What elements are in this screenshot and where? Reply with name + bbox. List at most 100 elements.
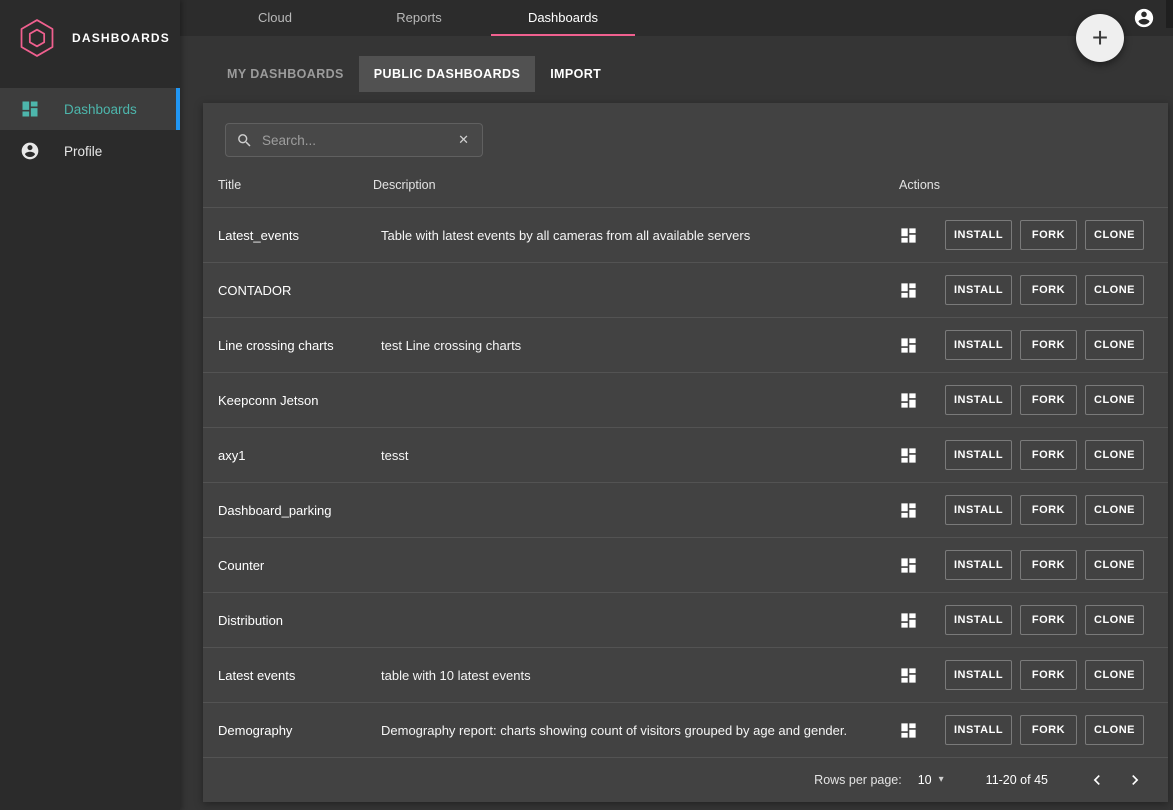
top-navigation: Cloud Reports Dashboards	[180, 0, 1173, 36]
tab-reports[interactable]: Reports	[347, 0, 491, 36]
fork-button[interactable]: FORK	[1020, 660, 1077, 690]
brand: DASHBOARDS	[0, 0, 180, 76]
scrollbar[interactable]	[1166, 0, 1173, 28]
account-icon[interactable]	[1133, 7, 1155, 29]
row-title: Demography	[218, 723, 373, 738]
row-title: CONTADOR	[218, 283, 373, 298]
clone-button[interactable]: CLONE	[1085, 440, 1144, 470]
clone-button[interactable]: CLONE	[1085, 385, 1144, 415]
row-description: Table with latest events by all cameras …	[381, 228, 891, 243]
clone-button[interactable]: CLONE	[1085, 495, 1144, 525]
install-button[interactable]: INSTALL	[945, 440, 1012, 470]
install-button[interactable]: INSTALL	[945, 660, 1012, 690]
dashboard-icon	[899, 281, 918, 300]
clone-button[interactable]: CLONE	[1085, 275, 1144, 305]
sidebar: DASHBOARDS Dashboards Profile	[0, 0, 180, 810]
fork-button[interactable]: FORK	[1020, 330, 1077, 360]
rows-per-page-value: 10	[918, 773, 932, 787]
install-button[interactable]: INSTALL	[945, 495, 1012, 525]
clone-button[interactable]: CLONE	[1085, 550, 1144, 580]
install-button[interactable]: INSTALL	[945, 550, 1012, 580]
row-title: Distribution	[218, 613, 373, 628]
sidebar-item-dashboards[interactable]: Dashboards	[0, 88, 180, 130]
table-row: Latest events table with 10 latest event…	[203, 647, 1168, 702]
row-icon-cell	[899, 666, 937, 685]
table-row: Distribution INSTALL FORK CLONE	[203, 592, 1168, 647]
table-row: Line crossing charts test Line crossing …	[203, 317, 1168, 372]
plus-icon: +	[1092, 22, 1108, 54]
row-icon-cell	[899, 391, 937, 410]
next-page-button[interactable]	[1116, 761, 1154, 799]
pagination-bar: Rows per page: 10 ▾ 11-20 of 45	[203, 757, 1168, 801]
install-button[interactable]: INSTALL	[945, 715, 1012, 745]
column-header-title: Title	[218, 178, 373, 192]
dashboard-icon	[899, 226, 918, 245]
fork-button[interactable]: FORK	[1020, 440, 1077, 470]
clear-search-button[interactable]: ✕	[455, 130, 472, 150]
rows-per-page-label: Rows per page:	[814, 773, 902, 787]
dashboard-icon	[20, 99, 40, 119]
sidebar-item-label: Dashboards	[64, 102, 137, 117]
dashboard-icon	[899, 666, 918, 685]
fork-button[interactable]: FORK	[1020, 495, 1077, 525]
previous-page-button[interactable]	[1078, 761, 1116, 799]
search-input[interactable]	[262, 133, 446, 148]
chevron-left-icon	[1087, 770, 1107, 790]
row-icon-cell	[899, 501, 937, 520]
fork-button[interactable]: FORK	[1020, 550, 1077, 580]
install-button[interactable]: INSTALL	[945, 605, 1012, 635]
row-title: Latest events	[218, 668, 373, 683]
row-description: Demography report: charts showing count …	[381, 723, 891, 738]
search-box: ✕	[225, 123, 483, 157]
tab-public-dashboards[interactable]: PUBLIC DASHBOARDS	[359, 56, 535, 92]
fork-button[interactable]: FORK	[1020, 605, 1077, 635]
clone-button[interactable]: CLONE	[1085, 220, 1144, 250]
dropdown-arrow-icon: ▾	[939, 774, 944, 785]
fork-button[interactable]: FORK	[1020, 275, 1077, 305]
column-header-description: Description	[373, 178, 899, 192]
fork-button[interactable]: FORK	[1020, 385, 1077, 415]
row-title: Line crossing charts	[218, 338, 373, 353]
add-dashboard-button[interactable]: +	[1076, 14, 1124, 62]
sidebar-item-profile[interactable]: Profile	[0, 130, 180, 172]
close-icon: ✕	[458, 132, 469, 147]
fork-button[interactable]: FORK	[1020, 220, 1077, 250]
brand-name: DASHBOARDS	[72, 31, 170, 45]
table-row: Keepconn Jetson INSTALL FORK CLONE	[203, 372, 1168, 427]
row-icon-cell	[899, 336, 937, 355]
dashboard-subtabs: MY DASHBOARDS PUBLIC DASHBOARDS IMPORT	[212, 56, 1173, 92]
column-header-actions: Actions	[899, 178, 1144, 192]
brand-logo-icon	[16, 17, 58, 59]
table-body: Latest_events Table with latest events b…	[203, 207, 1168, 757]
tab-dashboards[interactable]: Dashboards	[491, 0, 635, 36]
table-row: Latest_events Table with latest events b…	[203, 207, 1168, 262]
table-header: Title Description Actions	[203, 163, 1168, 207]
search-icon	[236, 132, 253, 149]
dashboard-icon	[899, 611, 918, 630]
fork-button[interactable]: FORK	[1020, 715, 1077, 745]
row-icon-cell	[899, 281, 937, 300]
tab-my-dashboards[interactable]: MY DASHBOARDS	[212, 56, 359, 92]
table-row: CONTADOR INSTALL FORK CLONE	[203, 262, 1168, 317]
install-button[interactable]: INSTALL	[945, 275, 1012, 305]
tab-cloud[interactable]: Cloud	[203, 0, 347, 36]
install-button[interactable]: INSTALL	[945, 385, 1012, 415]
install-button[interactable]: INSTALL	[945, 220, 1012, 250]
rows-per-page-select[interactable]: 10 ▾	[918, 773, 944, 787]
sidebar-nav: Dashboards Profile	[0, 88, 180, 172]
install-button[interactable]: INSTALL	[945, 330, 1012, 360]
row-description: test Line crossing charts	[381, 338, 891, 353]
tab-import[interactable]: IMPORT	[535, 56, 616, 92]
dashboard-icon	[899, 721, 918, 740]
pagination-range: 11-20 of 45	[986, 773, 1048, 787]
row-icon-cell	[899, 226, 937, 245]
sidebar-item-label: Profile	[64, 144, 102, 159]
row-description: table with 10 latest events	[381, 668, 891, 683]
row-description: tesst	[381, 448, 891, 463]
clone-button[interactable]: CLONE	[1085, 660, 1144, 690]
clone-button[interactable]: CLONE	[1085, 330, 1144, 360]
clone-button[interactable]: CLONE	[1085, 605, 1144, 635]
clone-button[interactable]: CLONE	[1085, 715, 1144, 745]
dashboard-icon	[899, 391, 918, 410]
row-title: axy1	[218, 448, 373, 463]
